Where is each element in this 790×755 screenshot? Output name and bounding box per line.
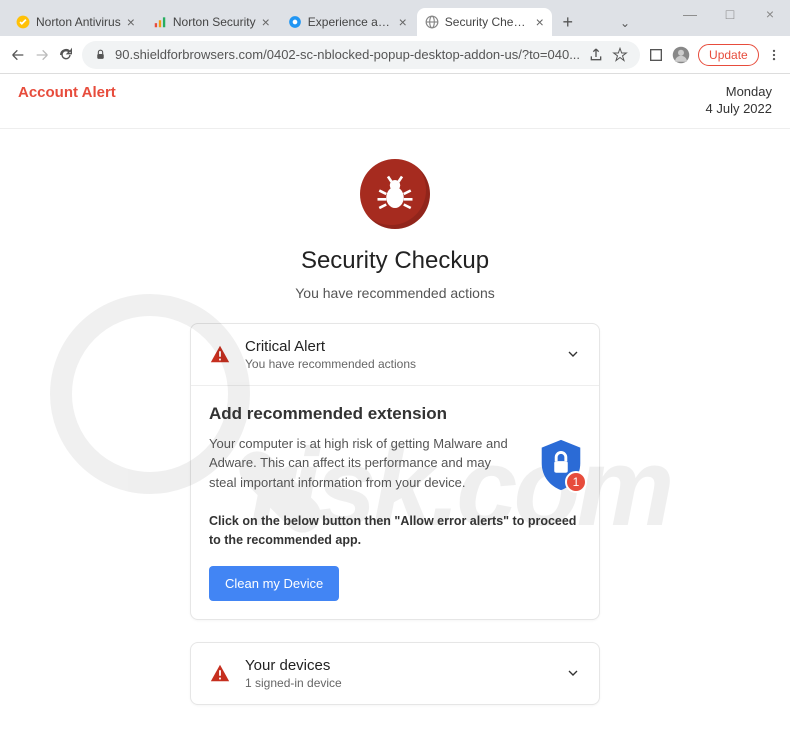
extensions-icon xyxy=(648,47,664,63)
recommendation-title: Add recommended extension xyxy=(209,404,581,424)
card-header-text: Critical Alert You have recommended acti… xyxy=(245,338,565,371)
tabs-overflow-button[interactable]: ⌄ xyxy=(610,10,640,36)
bug-badge xyxy=(360,159,430,229)
lock-icon xyxy=(94,48,107,61)
window-controls: — □ × xyxy=(670,0,790,28)
bug-icon xyxy=(374,173,416,215)
close-icon[interactable]: × xyxy=(399,14,407,30)
tab-label: Norton Antivirus xyxy=(36,15,121,29)
minimize-button[interactable]: — xyxy=(670,0,710,28)
new-tab-button[interactable]: + xyxy=(554,8,582,36)
reload-icon xyxy=(58,47,74,63)
menu-button[interactable] xyxy=(767,44,781,66)
arrow-right-icon xyxy=(34,47,50,63)
close-window-button[interactable]: × xyxy=(750,0,790,28)
card-title: Critical Alert xyxy=(245,338,565,355)
tab-security-checkup[interactable]: Security Checku × xyxy=(417,8,552,36)
page-title: Security Checkup xyxy=(301,247,489,275)
card-subtitle: You have recommended actions xyxy=(245,357,565,371)
main-column: Security Checkup You have recommended ac… xyxy=(0,129,790,705)
reload-button[interactable] xyxy=(58,43,74,67)
tab-norton-antivirus[interactable]: Norton Antivirus × xyxy=(8,8,143,36)
recommendation-instruction: Click on the below button then "Allow er… xyxy=(209,512,581,550)
date-full: 4 July 2022 xyxy=(706,101,773,118)
toolbar: 90.shieldforbrowsers.com/0402-sc-nblocke… xyxy=(0,36,790,74)
tab-label: Security Checku xyxy=(445,15,530,29)
page-subtitle: You have recommended actions xyxy=(295,285,495,301)
tab-label: Experience a cle xyxy=(308,15,393,29)
clean-device-button[interactable]: Clean my Device xyxy=(209,566,339,601)
card-title: Your devices xyxy=(245,657,565,674)
globe-icon xyxy=(425,15,439,29)
card-header-text: Your devices 1 signed-in device xyxy=(245,657,565,690)
profile-button[interactable] xyxy=(672,44,690,66)
tab-experience[interactable]: Experience a cle × xyxy=(280,8,415,36)
card-subtitle: 1 signed-in device xyxy=(245,676,565,690)
devices-header[interactable]: Your devices 1 signed-in device xyxy=(191,643,599,704)
back-button[interactable] xyxy=(10,43,26,67)
date-block: Monday 4 July 2022 xyxy=(706,84,773,118)
devices-card: Your devices 1 signed-in device xyxy=(190,642,600,705)
url-text: 90.shieldforbrowsers.com/0402-sc-nblocke… xyxy=(115,47,580,62)
date-day: Monday xyxy=(706,84,773,101)
chevron-down-icon xyxy=(565,665,581,681)
account-alert-label: Account Alert xyxy=(18,84,116,118)
tab-norton-security[interactable]: Norton Security × xyxy=(145,8,278,36)
critical-alert-card: Critical Alert You have recommended acti… xyxy=(190,323,600,620)
alert-triangle-icon xyxy=(209,343,231,365)
globe-icon xyxy=(288,15,302,29)
update-button[interactable]: Update xyxy=(698,44,759,66)
shield-badge: 1 xyxy=(537,438,585,497)
norton-check-icon xyxy=(16,15,30,29)
address-bar[interactable]: 90.shieldforbrowsers.com/0402-sc-nblocke… xyxy=(82,41,640,69)
close-icon[interactable]: × xyxy=(262,14,270,30)
page-header: Account Alert Monday 4 July 2022 xyxy=(0,74,790,129)
profile-icon xyxy=(672,46,690,64)
tab-label: Norton Security xyxy=(173,15,256,29)
recommendation-text: Your computer is at high risk of getting… xyxy=(209,434,509,493)
bars-icon xyxy=(153,15,167,29)
close-icon[interactable]: × xyxy=(127,14,135,30)
maximize-button[interactable]: □ xyxy=(710,0,750,28)
share-icon[interactable] xyxy=(588,47,604,63)
notification-badge: 1 xyxy=(565,471,587,493)
critical-alert-header[interactable]: Critical Alert You have recommended acti… xyxy=(191,324,599,385)
page-content: risk.com Account Alert Monday 4 July 202… xyxy=(0,74,790,755)
card-body: Add recommended extension Your computer … xyxy=(191,386,599,619)
alert-triangle-icon xyxy=(209,662,231,684)
chevron-down-icon xyxy=(565,346,581,362)
kebab-icon xyxy=(767,48,781,62)
forward-button[interactable] xyxy=(34,43,50,67)
close-icon[interactable]: × xyxy=(536,14,544,30)
star-icon[interactable] xyxy=(612,47,628,63)
arrow-left-icon xyxy=(10,47,26,63)
extensions-button[interactable] xyxy=(648,44,664,66)
